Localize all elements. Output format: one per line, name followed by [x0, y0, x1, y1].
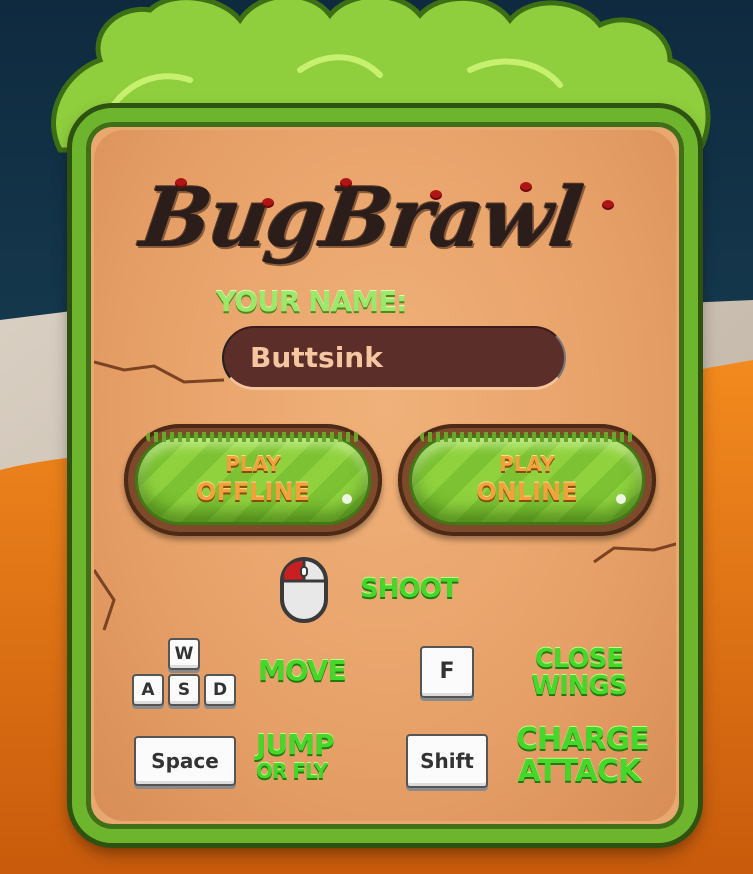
key-space: Space [134, 736, 236, 786]
mouse-left-click-icon [280, 557, 328, 623]
key-s: S [168, 674, 200, 706]
name-label: YOUR NAME: [216, 285, 407, 318]
close-wings-label: CLOSE WINGS [530, 644, 628, 702]
charge-attack-line2: ATTACK [517, 753, 642, 789]
ladybug-decoration [520, 182, 532, 192]
play-offline-label-line2: OFFLINE [196, 478, 310, 506]
close-wings-line2: WINGS [531, 671, 627, 702]
ladybug-decoration [430, 190, 442, 200]
grass-trim [420, 432, 634, 442]
player-name-input[interactable] [222, 326, 566, 390]
play-online-label-line2: ONLINE [476, 478, 578, 506]
key-w: W [168, 638, 200, 670]
charge-attack-label: CHARGE ATTACK [516, 722, 650, 789]
ladybug-decoration [175, 178, 187, 188]
ladybug-decoration [602, 200, 614, 210]
play-offline-button[interactable]: PLAY OFFLINE [124, 424, 382, 536]
play-online-button[interactable]: PLAY ONLINE [398, 424, 656, 536]
ladybug-decoration [262, 198, 274, 208]
jump-label: JUMP OR FLY [256, 730, 348, 782]
ladybug-decoration [340, 178, 352, 188]
play-online-label-line1: PLAY [499, 452, 555, 476]
key-d: D [204, 674, 236, 706]
jump-line2: OR FLY [256, 759, 328, 784]
jump-line1: JUMP [256, 728, 335, 761]
close-wings-line1: CLOSE [534, 644, 624, 674]
grass-trim [146, 432, 360, 442]
game-title-logo: BugBrawl [135, 170, 587, 266]
move-label: MOVE [258, 654, 347, 687]
play-offline-label-line1: PLAY [225, 452, 281, 476]
charge-attack-line1: CHARGE [516, 722, 650, 757]
key-shift: Shift [406, 734, 488, 788]
key-a: A [132, 674, 164, 706]
key-f: F [420, 646, 474, 698]
shoot-label: SHOOT [360, 574, 458, 604]
